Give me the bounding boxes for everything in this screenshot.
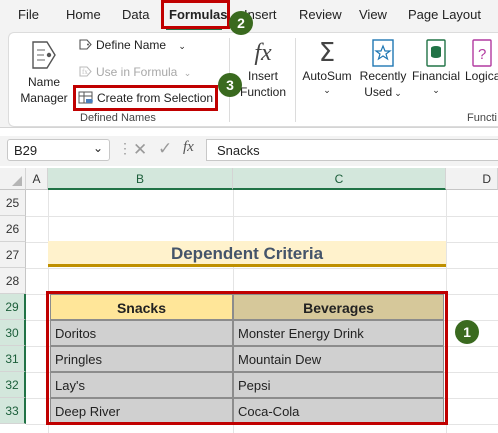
- formula-input[interactable]: Snacks: [206, 139, 498, 161]
- define-name-icon: [79, 39, 92, 50]
- row-header-32[interactable]: 32: [0, 372, 26, 398]
- chevron-down-icon: ⌄: [178, 41, 186, 51]
- tab-review[interactable]: Review: [299, 7, 342, 22]
- svg-text:?: ?: [478, 46, 486, 63]
- row-header-28[interactable]: 28: [0, 268, 26, 294]
- financial-label: Financial: [411, 69, 461, 83]
- row-header-30[interactable]: 30: [0, 320, 26, 346]
- highlight-table-selection: [46, 291, 448, 425]
- function-library-group-label: Functi: [467, 112, 497, 124]
- chevron-down-icon: ⌄: [432, 85, 440, 95]
- gridline: [26, 268, 498, 269]
- column-header-c[interactable]: C: [233, 168, 446, 190]
- row-header-26[interactable]: 26: [0, 216, 26, 242]
- highlight-create-from-selection: [73, 85, 218, 111]
- name-box[interactable]: B29 ⌄: [7, 139, 110, 161]
- logical-book-icon: ?: [472, 39, 492, 67]
- insert-function-label-2: Function: [239, 85, 287, 99]
- use-in-formula-icon: fx: [79, 66, 92, 77]
- logical-button[interactable]: ? Logica: [465, 38, 498, 84]
- autosum-label: AutoSum: [302, 69, 352, 83]
- formula-bar: B29 ⌄ ⋮ ✕ ✓ fx Snacks: [0, 136, 498, 166]
- name-box-value: B29: [14, 143, 38, 158]
- tab-data[interactable]: Data: [122, 7, 149, 22]
- cancel-icon[interactable]: ✕: [133, 140, 147, 160]
- formula-value: Snacks: [217, 143, 260, 158]
- step-badge-2: 2: [229, 11, 253, 35]
- name-manager-button[interactable]: Name Manager: [17, 38, 71, 106]
- column-header-a[interactable]: A: [26, 168, 48, 190]
- name-manager-icon: [32, 41, 56, 69]
- autosum-button[interactable]: Σ AutoSum ⌄: [301, 38, 353, 96]
- name-manager-label-1: Name: [27, 75, 60, 89]
- column-header-b[interactable]: B: [48, 168, 233, 190]
- recently-used-button[interactable]: Recently Used ⌄: [357, 38, 409, 101]
- insert-function-icon[interactable]: fx: [183, 139, 194, 156]
- chevron-down-icon: ⌄: [323, 85, 331, 95]
- recently-used-label-1: Recently: [359, 69, 407, 83]
- function-fx-icon: fx: [254, 40, 272, 66]
- use-in-formula-button[interactable]: fx Use in Formula ⌄: [78, 64, 191, 79]
- tab-page-layout[interactable]: Page Layout: [408, 7, 481, 22]
- chevron-down-icon: ⌄: [394, 88, 402, 98]
- defined-names-group-label: Defined Names: [80, 112, 156, 124]
- chevron-down-icon: ⌄: [92, 141, 103, 155]
- enter-check-icon[interactable]: ✓: [158, 139, 172, 159]
- step-badge-1: 1: [455, 320, 479, 344]
- gridline: [26, 216, 498, 217]
- logical-label: Logica: [465, 69, 498, 83]
- dependent-criteria-title: Dependent Criteria: [48, 241, 446, 267]
- row-header-31[interactable]: 31: [0, 346, 26, 372]
- tab-file[interactable]: File: [18, 7, 39, 22]
- highlight-formulas-tab: [161, 0, 230, 29]
- define-name-button[interactable]: Define Name ⌄: [78, 37, 186, 52]
- recently-used-label-2: Used ⌄: [364, 85, 402, 99]
- define-name-label: Define Name: [96, 38, 167, 52]
- financial-book-icon: [426, 39, 446, 67]
- tab-view[interactable]: View: [359, 7, 387, 22]
- select-all-corner[interactable]: [0, 168, 26, 190]
- formula-bar-divider-dots: ⋮: [118, 140, 132, 156]
- row-header-27[interactable]: 27: [0, 242, 26, 268]
- row-header-33[interactable]: 33: [0, 398, 26, 424]
- financial-button[interactable]: Financial ⌄: [411, 38, 461, 96]
- insert-function-button[interactable]: fx Insert Function: [237, 38, 289, 100]
- step-badge-3: 3: [218, 73, 242, 97]
- row-header-25[interactable]: 25: [0, 190, 26, 216]
- column-header-d[interactable]: D: [446, 168, 498, 190]
- svg-text:fx: fx: [82, 68, 88, 76]
- star-book-icon: [372, 39, 394, 67]
- chevron-down-icon: ⌄: [183, 68, 192, 78]
- select-all-triangle-icon: [12, 176, 22, 186]
- row-header-29[interactable]: 29: [0, 294, 26, 320]
- sigma-icon: Σ: [318, 38, 336, 68]
- ribbon-group-divider: [295, 38, 296, 122]
- name-manager-label-2: Manager: [20, 91, 68, 105]
- tab-home[interactable]: Home: [66, 7, 101, 22]
- use-in-formula-label: Use in Formula: [96, 65, 178, 79]
- insert-function-label-1: Insert: [247, 69, 278, 83]
